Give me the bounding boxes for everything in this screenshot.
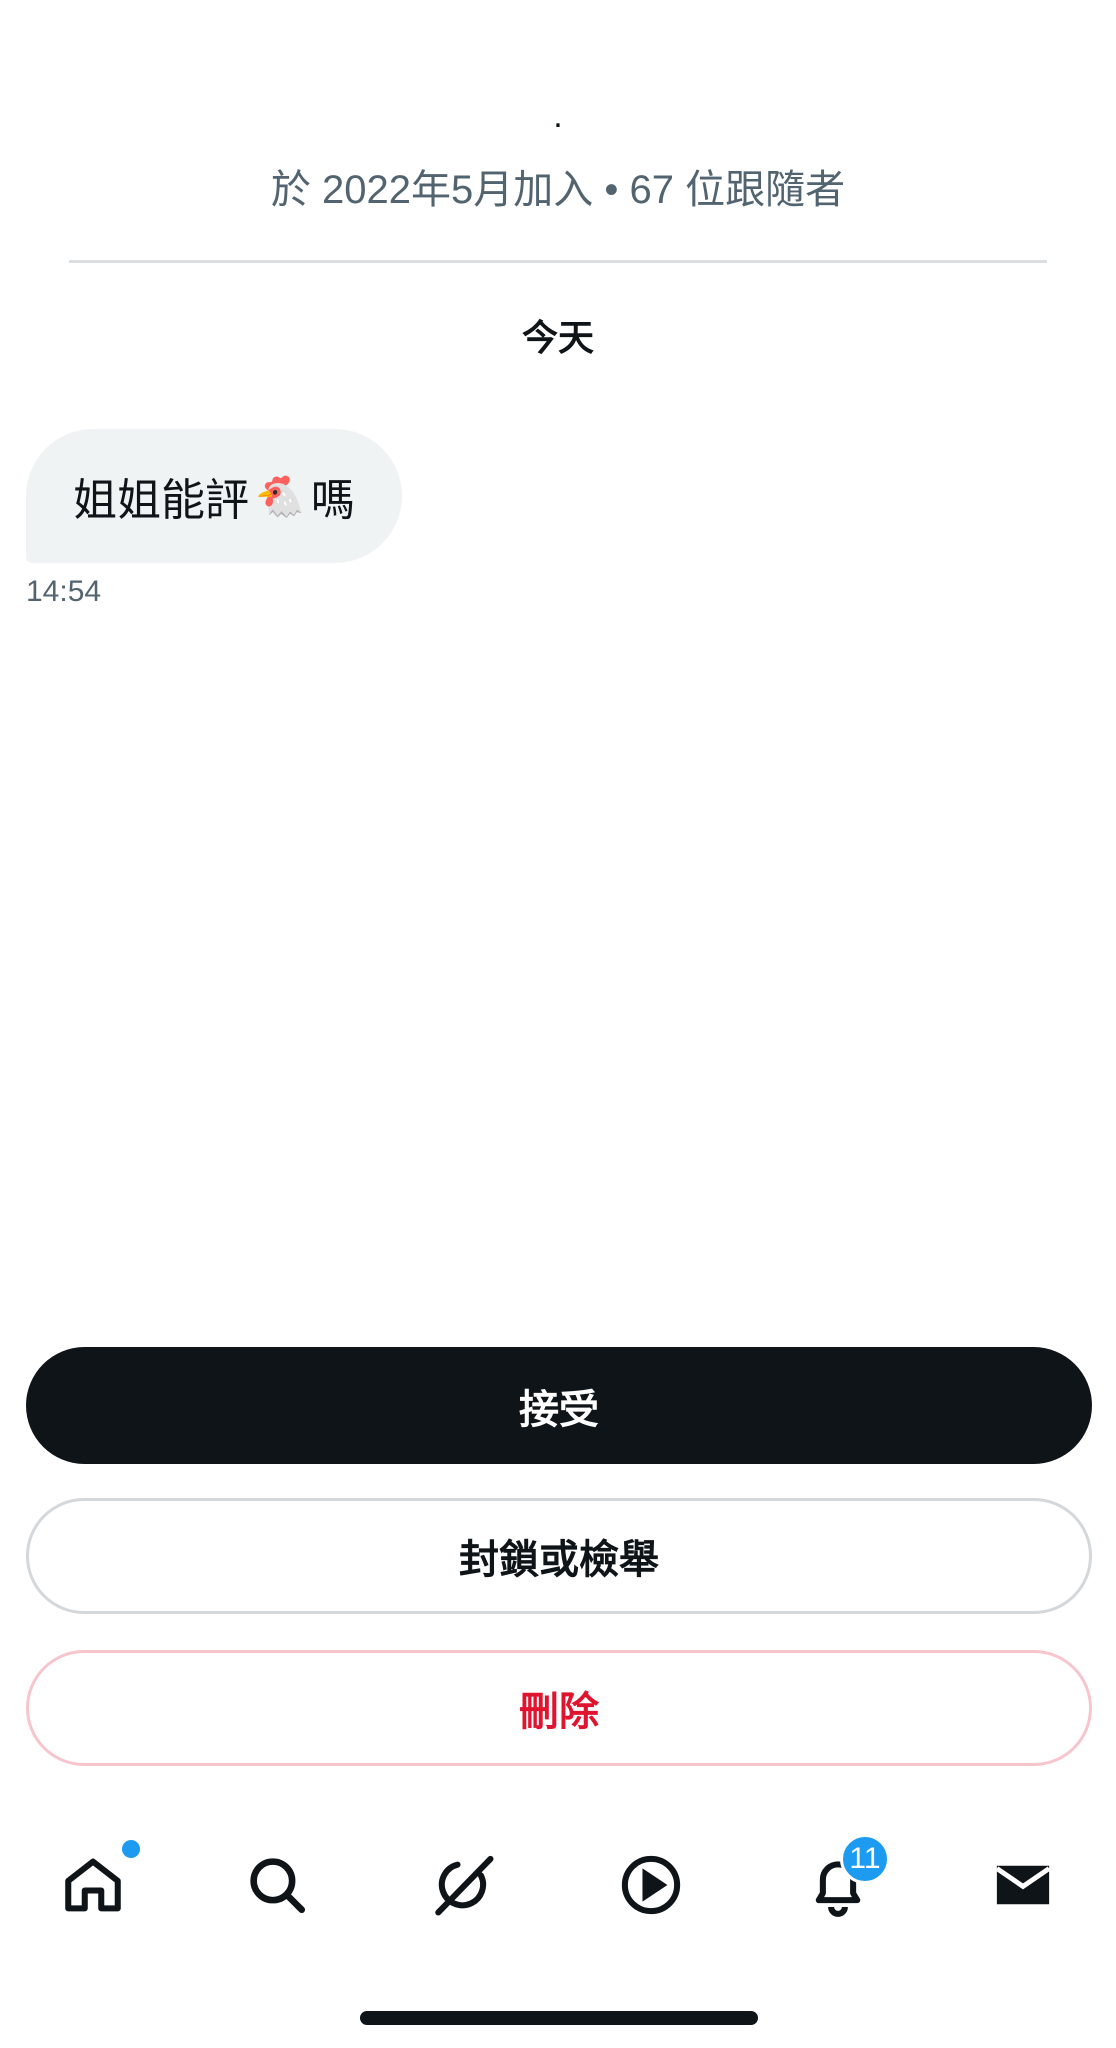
grok-icon <box>435 1855 494 1916</box>
block-or-report-button[interactable]: 封鎖或檢舉 <box>26 1498 1092 1614</box>
display-name: . <box>553 97 563 135</box>
chicken-emoji: 🐔 <box>255 474 305 519</box>
message-text-start: 姐姐能評 <box>73 476 249 525</box>
message-bubble[interactable]: 姐姐能評 🐔 嗎 <box>26 429 402 563</box>
tab-search[interactable] <box>222 1830 332 1940</box>
tab-grok[interactable] <box>408 1830 518 1940</box>
tab-video[interactable] <box>596 1830 706 1940</box>
home-indicator <box>360 2011 758 2025</box>
tab-home[interactable] <box>38 1830 148 1940</box>
tab-messages[interactable] <box>968 1830 1078 1940</box>
message-text-end: 嗎 <box>310 476 355 525</box>
date-separator: 今天 <box>521 317 594 358</box>
message-timestamp: 14:54 <box>26 575 102 608</box>
search-icon <box>250 1858 306 1914</box>
profile-join-followers: 於 2022年5月加入 • 67 位跟隨者 <box>270 168 846 212</box>
home-icon <box>65 1858 121 1912</box>
mail-icon <box>995 1865 1051 1905</box>
video-play-icon <box>621 1855 681 1915</box>
home-notification-dot <box>120 1838 142 1860</box>
delete-button[interactable]: 刪除 <box>26 1650 1092 1766</box>
bottom-tab-bar: 11 <box>0 1830 1116 1940</box>
accept-button[interactable]: 接受 <box>26 1347 1092 1464</box>
notification-count-badge: 11 <box>840 1834 890 1884</box>
divider <box>69 260 1047 263</box>
